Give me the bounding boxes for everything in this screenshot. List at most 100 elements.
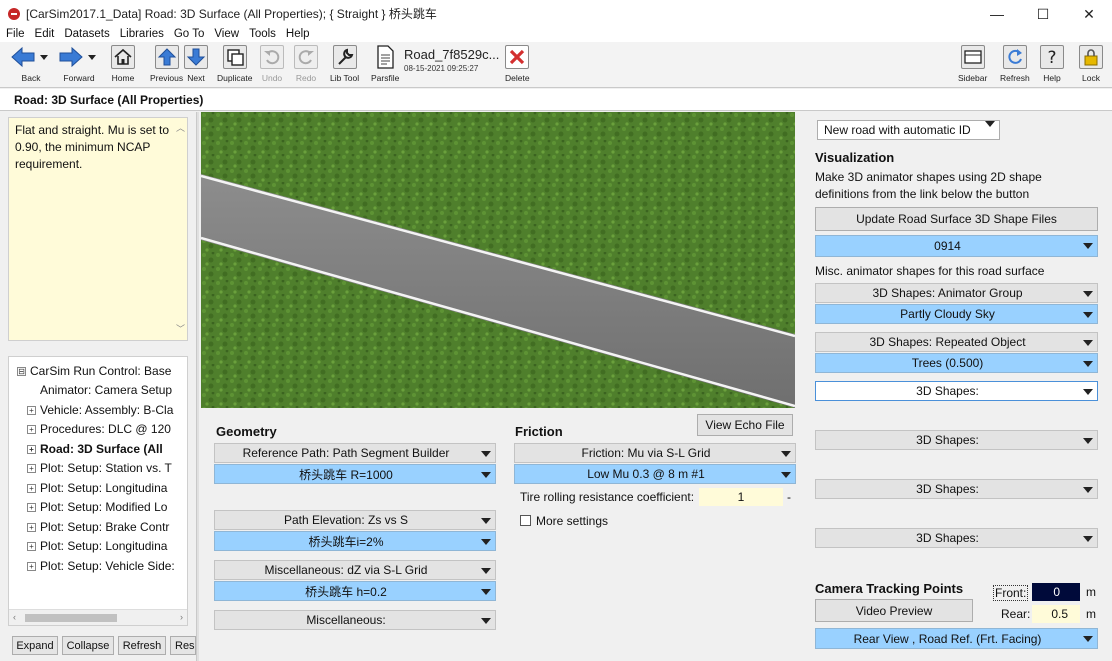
maximize-button[interactable]: ☐ bbox=[1020, 0, 1066, 28]
tree-item-selected[interactable]: + Road: 3D Surface (All bbox=[27, 439, 163, 459]
chevron-down-icon[interactable] bbox=[1081, 287, 1095, 301]
chevron-down-icon[interactable] bbox=[1081, 239, 1095, 253]
expand-button[interactable]: Expand bbox=[12, 636, 58, 655]
scroll-right-icon[interactable]: › bbox=[180, 612, 183, 622]
tree-item[interactable]: Animator: Camera Setup bbox=[40, 380, 172, 400]
lib-tool-button[interactable]: Lib Tool bbox=[330, 45, 359, 83]
menu-file[interactable]: File bbox=[6, 28, 25, 40]
tree-item[interactable]: + Plot: Setup: Station vs. T bbox=[27, 458, 172, 478]
refresh-tree-button[interactable]: Refresh bbox=[118, 636, 166, 655]
expand-icon[interactable]: + bbox=[27, 502, 36, 512]
menu-help[interactable]: Help bbox=[286, 28, 310, 40]
animator-group-dataset[interactable]: Partly Cloudy Sky bbox=[815, 304, 1098, 324]
previous-button[interactable]: Previous bbox=[150, 45, 183, 83]
menu-tools[interactable]: Tools bbox=[249, 28, 276, 40]
expand-icon[interactable]: + bbox=[27, 561, 36, 571]
tree-item[interactable]: + Plot: Setup: Longitudina bbox=[27, 536, 167, 556]
scrollbar-thumb[interactable] bbox=[25, 614, 117, 622]
chevron-down-icon[interactable] bbox=[479, 535, 493, 549]
lock-button[interactable]: Lock bbox=[1079, 45, 1103, 83]
rear-input[interactable]: 0.5 bbox=[1032, 605, 1080, 623]
tree-item[interactable]: + Plot: Setup: Longitudina bbox=[27, 478, 167, 498]
repeated-object-dataset[interactable]: Trees (0.500) bbox=[815, 353, 1098, 373]
back-button[interactable]: Back bbox=[10, 45, 52, 83]
tree-item[interactable]: ⊟ CarSim Run Control: Base bbox=[17, 361, 171, 381]
scroll-left-icon[interactable]: ‹ bbox=[13, 612, 16, 622]
scroll-down-icon[interactable]: ﹀ bbox=[176, 321, 185, 338]
reset-button[interactable]: Rese bbox=[170, 636, 196, 655]
chevron-down-icon[interactable] bbox=[1081, 434, 1095, 448]
shape-file-dataset[interactable]: 0914 bbox=[815, 235, 1098, 257]
expand-icon[interactable]: + bbox=[27, 541, 36, 551]
menu-view[interactable]: View bbox=[214, 28, 239, 40]
menu-edit[interactable]: Edit bbox=[35, 28, 55, 40]
tree-item[interactable]: + Plot: Setup: Brake Contr bbox=[27, 517, 169, 537]
chevron-down-icon[interactable] bbox=[779, 447, 793, 461]
chevron-down-icon[interactable] bbox=[479, 514, 493, 528]
chevron-down-icon[interactable] bbox=[479, 468, 493, 482]
3d-shapes-slot-4[interactable]: 3D Shapes: bbox=[815, 528, 1098, 548]
tree-item[interactable]: + Procedures: DLC @ 120 bbox=[27, 419, 171, 439]
undo-button[interactable]: Undo bbox=[260, 45, 284, 83]
chevron-down-icon[interactable] bbox=[1081, 385, 1095, 399]
reference-path-dataset[interactable]: 桥头跳车 R=1000 bbox=[214, 464, 496, 484]
chevron-down-icon[interactable] bbox=[1081, 483, 1095, 497]
parsfile-button[interactable]: Parsfile bbox=[371, 45, 399, 83]
tree-item[interactable]: + Vehicle: Assembly: B-Cla bbox=[27, 400, 173, 420]
more-settings-checkbox[interactable] bbox=[520, 515, 531, 526]
3d-shapes-slot-3[interactable]: 3D Shapes: bbox=[815, 479, 1098, 499]
miscellaneous-dz-dataset[interactable]: 桥头跳车 h=0.2 bbox=[214, 581, 496, 601]
3d-shapes-slot-2[interactable]: 3D Shapes: bbox=[815, 430, 1098, 450]
path-elevation-dataset[interactable]: 桥头跳车i=2% bbox=[214, 531, 496, 551]
road-3d-preview[interactable] bbox=[201, 112, 795, 408]
repeated-object-link[interactable]: 3D Shapes: Repeated Object bbox=[815, 332, 1098, 352]
chevron-down-icon[interactable] bbox=[1081, 357, 1095, 371]
notes-scrollbar[interactable]: ︿ ﹀ bbox=[175, 120, 185, 338]
new-road-dropdown[interactable]: New road with automatic ID bbox=[817, 120, 1000, 141]
view-echo-file-button[interactable]: View Echo File bbox=[697, 414, 793, 436]
next-button[interactable]: Next bbox=[184, 45, 208, 83]
redo-button[interactable]: Redo bbox=[294, 45, 318, 83]
tree-item[interactable]: + Plot: Setup: Modified Lo bbox=[27, 497, 167, 517]
chevron-down-icon[interactable] bbox=[479, 447, 493, 461]
help-button[interactable]: ? Help bbox=[1040, 45, 1064, 83]
sidebar-button[interactable]: Sidebar bbox=[958, 45, 987, 83]
expand-icon[interactable]: + bbox=[27, 463, 36, 473]
notes-textarea[interactable]: Flat and straight. Mu is set to 0.90, th… bbox=[8, 117, 188, 341]
chevron-down-icon[interactable] bbox=[1081, 632, 1095, 646]
chevron-down-icon[interactable] bbox=[479, 614, 493, 628]
expand-icon[interactable]: + bbox=[27, 483, 36, 493]
update-road-surface-button[interactable]: Update Road Surface 3D Shape Files bbox=[815, 207, 1098, 231]
rolling-resistance-input[interactable]: 1 bbox=[699, 488, 783, 506]
chevron-down-icon[interactable] bbox=[479, 585, 493, 599]
menu-go-to[interactable]: Go To bbox=[174, 28, 204, 40]
camera-view-dataset[interactable]: Rear View , Road Ref. (Frt. Facing) bbox=[815, 628, 1098, 649]
refresh-toolbar-button[interactable]: Refresh bbox=[1000, 45, 1030, 83]
collapse-button[interactable]: Collapse bbox=[62, 636, 114, 655]
home-button[interactable]: Home bbox=[111, 45, 135, 83]
friction-mu-link[interactable]: Friction: Mu via S-L Grid bbox=[514, 443, 796, 463]
delete-button[interactable]: Delete bbox=[505, 45, 530, 83]
duplicate-button[interactable]: Duplicate bbox=[217, 45, 252, 83]
reference-path-link[interactable]: Reference Path: Path Segment Builder bbox=[214, 443, 496, 463]
menu-libraries[interactable]: Libraries bbox=[120, 28, 164, 40]
forward-button[interactable]: Forward bbox=[58, 45, 100, 83]
menu-datasets[interactable]: Datasets bbox=[64, 28, 109, 40]
expand-icon[interactable]: + bbox=[27, 522, 36, 532]
close-button[interactable]: ✕ bbox=[1066, 0, 1112, 28]
animator-group-link[interactable]: 3D Shapes: Animator Group bbox=[815, 283, 1098, 303]
3d-shapes-slot-1[interactable]: 3D Shapes: bbox=[815, 381, 1098, 401]
miscellaneous-link[interactable]: Miscellaneous: bbox=[214, 610, 496, 630]
expand-icon[interactable]: + bbox=[27, 424, 36, 434]
chevron-down-icon[interactable] bbox=[1081, 308, 1095, 322]
expand-icon[interactable]: + bbox=[27, 444, 36, 454]
expand-icon[interactable]: + bbox=[27, 405, 36, 415]
tree-item[interactable]: + Plot: Setup: Vehicle Side: bbox=[27, 556, 175, 576]
scroll-up-icon[interactable]: ︿ bbox=[176, 120, 185, 137]
friction-mu-dataset[interactable]: Low Mu 0.3 @ 8 m #1 bbox=[514, 464, 796, 484]
video-preview-button[interactable]: Video Preview bbox=[815, 599, 973, 622]
chevron-down-icon[interactable] bbox=[479, 564, 493, 578]
collapse-icon[interactable]: ⊟ bbox=[17, 366, 26, 376]
chevron-down-icon[interactable] bbox=[1081, 336, 1095, 350]
splitter[interactable] bbox=[196, 112, 199, 661]
